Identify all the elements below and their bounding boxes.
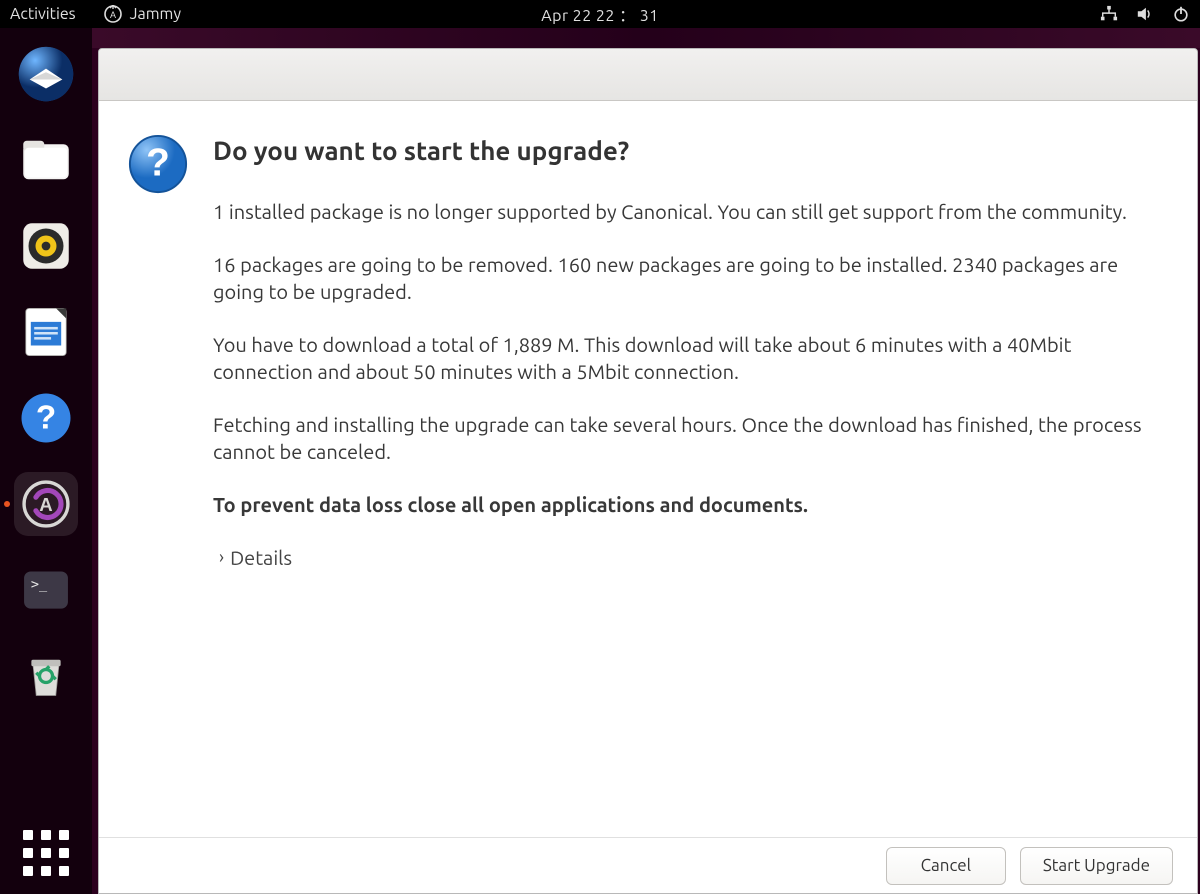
wallpaper: [92, 28, 1200, 48]
power-icon[interactable]: [1172, 5, 1190, 23]
terminal-icon: >_: [19, 563, 73, 617]
dock-item-files[interactable]: [14, 128, 78, 192]
svg-text:?: ?: [36, 400, 56, 437]
dock-item-thunderbird[interactable]: [14, 42, 78, 106]
updater-indicator-icon: A: [104, 5, 122, 23]
activities-button[interactable]: Activities: [10, 5, 76, 23]
details-expander[interactable]: › Details: [213, 544, 1161, 571]
app-menu-label: Jammy: [130, 5, 181, 23]
running-indicator: [4, 501, 10, 507]
svg-text:?: ?: [146, 142, 170, 185]
dock-item-rhythmbox[interactable]: [14, 214, 78, 278]
network-icon[interactable]: [1100, 5, 1118, 23]
dialog-paragraph: 16 packages are going to be removed. 160…: [213, 251, 1161, 305]
dialog-content: ? Do you want to start the upgrade? 1 in…: [99, 101, 1197, 837]
svg-text:>_: >_: [31, 576, 48, 592]
dock-item-trash[interactable]: [14, 644, 78, 708]
dialog-heading: Do you want to start the upgrade?: [213, 133, 1161, 168]
svg-text:A: A: [110, 10, 116, 20]
writer-icon: [19, 305, 73, 359]
dialog-question-icon: ?: [127, 133, 193, 817]
help-icon: ?: [18, 390, 74, 446]
window-titlebar[interactable]: [99, 49, 1197, 101]
speaker-icon: [18, 218, 74, 274]
dock: ? A >_: [0, 28, 92, 894]
dialog-paragraph: 1 installed package is no longer support…: [213, 198, 1161, 225]
start-upgrade-button[interactable]: Start Upgrade: [1020, 847, 1173, 885]
dialog-paragraph: Fetching and installing the upgrade can …: [213, 411, 1161, 465]
app-menu[interactable]: A Jammy: [104, 5, 181, 23]
thunderbird-icon: [17, 45, 75, 103]
dialog-warning: To prevent data loss close all open appl…: [213, 491, 1161, 518]
dialog-paragraph: You have to download a total of 1,889 M.…: [213, 331, 1161, 385]
dock-item-software-updater[interactable]: A: [14, 472, 78, 536]
clock[interactable]: Apr 22 22 ： 31: [541, 2, 659, 26]
trash-icon: [20, 650, 72, 702]
upgrade-dialog-window: ? Do you want to start the upgrade? 1 in…: [98, 48, 1198, 894]
svg-text:A: A: [39, 494, 52, 515]
dock-item-help[interactable]: ?: [14, 386, 78, 450]
details-label: Details: [230, 544, 292, 571]
dialog-button-row: Cancel Start Upgrade: [99, 837, 1197, 893]
software-updater-icon: A: [19, 477, 73, 531]
dock-item-terminal[interactable]: >_: [14, 558, 78, 622]
folder-icon: [18, 132, 74, 188]
top-panel: Activities A Jammy Apr 22 22 ： 31: [0, 0, 1200, 28]
chevron-right-icon: ›: [219, 545, 224, 569]
show-apps-button[interactable]: [23, 830, 69, 876]
dock-item-writer[interactable]: [14, 300, 78, 364]
cancel-button[interactable]: Cancel: [886, 847, 1006, 885]
volume-icon[interactable]: [1136, 5, 1154, 23]
